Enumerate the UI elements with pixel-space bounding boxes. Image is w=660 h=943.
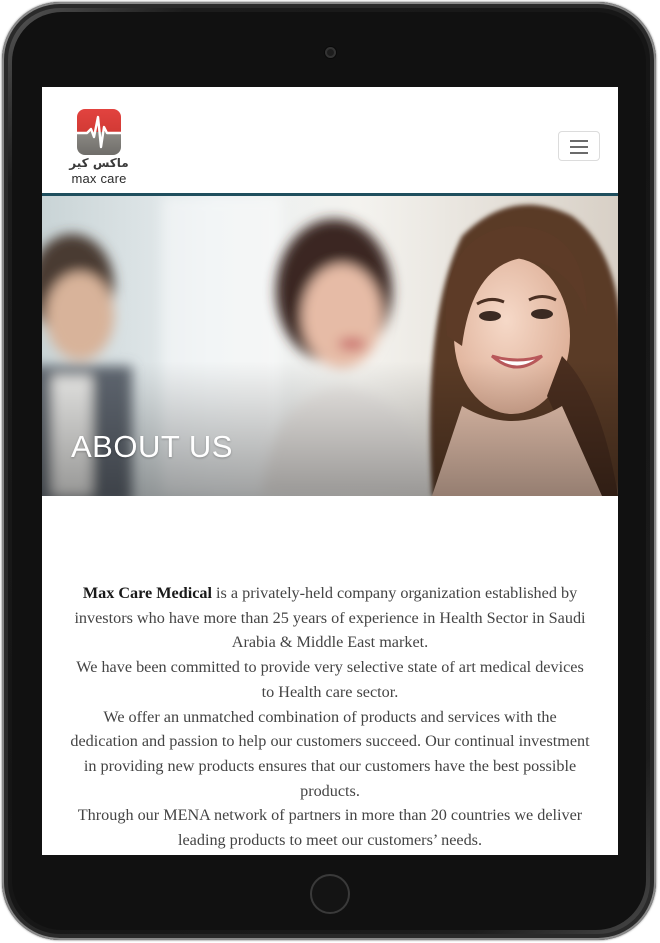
about-paragraph-3: We offer an unmatched combination of pro… <box>70 707 590 800</box>
navbar: ماكس كير max care <box>42 87 618 196</box>
about-paragraph-2: We have been committed to provide very s… <box>76 658 584 701</box>
about-paragraph-4: Through our MENA network of partners in … <box>77 806 583 850</box>
hamburger-menu-button[interactable] <box>558 131 600 161</box>
home-button[interactable] <box>310 874 350 914</box>
company-name: Max Care Medical <box>82 584 212 602</box>
brand-logo[interactable]: ماكس كير max care <box>66 109 136 186</box>
heartbeat-logo-icon <box>77 109 121 155</box>
logo-english-text: max care <box>71 171 127 186</box>
about-text: Max Care Medical is a privately-held com… <box>70 581 590 853</box>
about-paragraph-1: Max Care Medical is a privately-held com… <box>74 584 586 652</box>
about-section: Max Care Medical is a privately-held com… <box>42 496 618 855</box>
screen: ماكس كير max care ABOUT US Max Care Medi… <box>42 87 618 855</box>
hamburger-menu-icon <box>570 140 588 142</box>
hero-banner: ABOUT US <box>42 196 618 496</box>
page-title: ABOUT US <box>71 429 233 464</box>
camera-icon <box>325 47 336 58</box>
logo-arabic-text: ماكس كير <box>69 156 129 170</box>
